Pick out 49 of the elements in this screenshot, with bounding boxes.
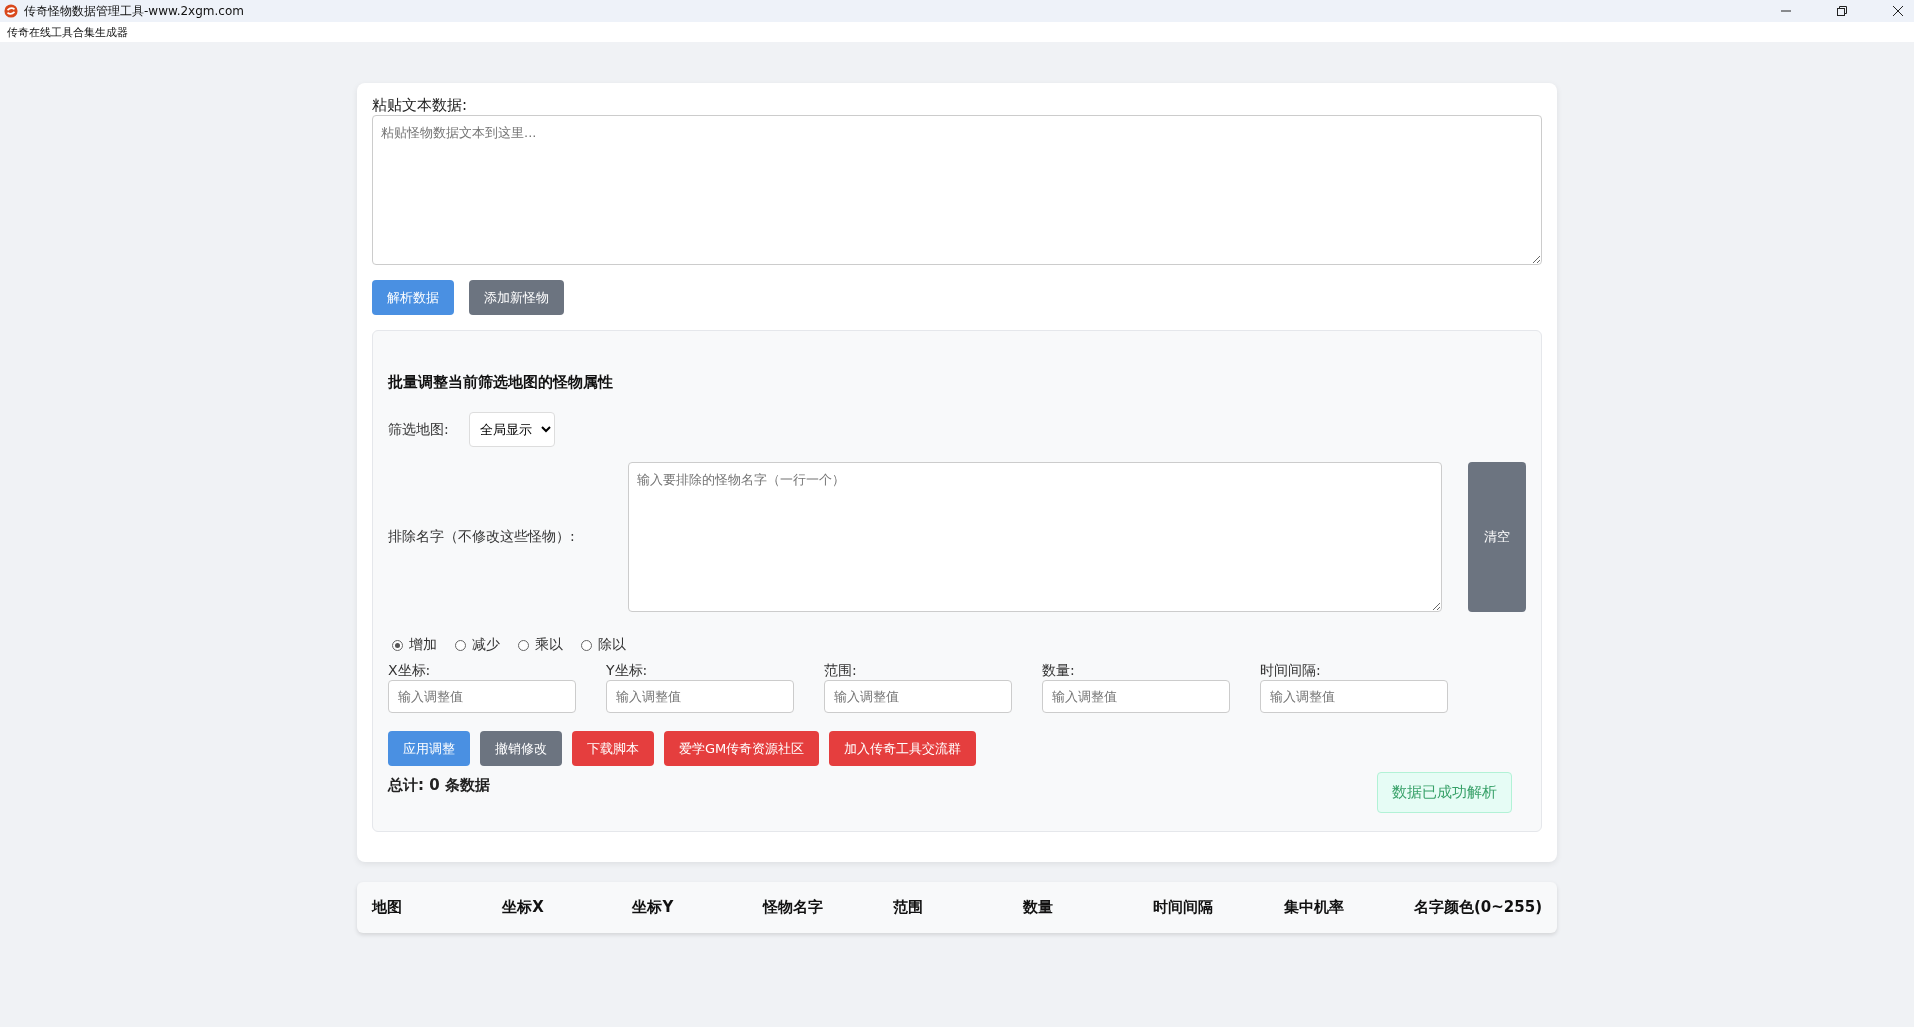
radio-label: 增加 (409, 636, 437, 654)
total-count: 总计: 0 条数据 (388, 776, 490, 795)
action-button[interactable]: 爱学GM传奇资源社区 (664, 731, 820, 766)
paste-label: 粘贴文本数据: (372, 96, 469, 115)
action-button[interactable]: 加入传奇工具交流群 (829, 731, 977, 766)
radio-label: 乘以 (535, 636, 563, 654)
radio-label: 减少 (472, 636, 500, 654)
action-button[interactable]: 解析数据 (372, 280, 454, 315)
input-field[interactable]: 输入调整值 (1260, 680, 1448, 713)
app-logo-icon (4, 4, 18, 18)
input-field[interactable]: 输入调整值 (606, 680, 794, 713)
radio-button[interactable] (455, 639, 466, 651)
radio-button[interactable] (392, 639, 403, 651)
field-label: X坐标: (388, 662, 432, 680)
exclude-textarea[interactable]: 输入要排除的怪物名字（一行一个） (628, 462, 1443, 612)
window-title: 传奇怪物数据管理工具-www.2xgm.com (24, 2, 244, 20)
radio-label: 除以 (598, 636, 626, 654)
radio-button[interactable] (581, 639, 592, 651)
field-label: 范围: (824, 662, 858, 680)
status-badge: 数据已成功解析 (1377, 772, 1512, 813)
action-button[interactable]: 下载脚本 (572, 731, 654, 766)
paste-textarea[interactable]: 粘贴怪物数据文本到这里... (372, 115, 1542, 265)
menu-item[interactable]: 传奇在线工具合集生成器 (7, 24, 128, 40)
input-field[interactable]: 输入调整值 (824, 680, 1012, 713)
column-header: 名字颜色(0~255) (1413, 898, 1542, 917)
restore-icon[interactable] (1836, 5, 1848, 17)
column-header: 数量 (1023, 898, 1055, 917)
map-select[interactable]: 全局显示 (468, 412, 555, 447)
column-header: 坐标Y (632, 898, 675, 917)
radio-button[interactable] (518, 639, 529, 651)
column-header: 集中机率 (1283, 898, 1345, 917)
column-header: 范围 (893, 898, 924, 917)
action-button[interactable]: 添加新怪物 (469, 280, 564, 315)
column-header: 地图 (372, 898, 403, 917)
column-header: 怪物名字 (762, 898, 824, 917)
column-header: 时间间隔 (1153, 898, 1215, 917)
action-button[interactable]: 应用调整 (388, 731, 470, 766)
input-field[interactable]: 输入调整值 (388, 680, 576, 713)
column-header: 坐标X (502, 898, 545, 917)
filter-label: 筛选地图: (388, 420, 449, 439)
field-label: 数量: (1042, 662, 1076, 680)
close-icon[interactable] (1892, 5, 1904, 17)
exclude-label: 排除名字（不修改这些怪物）: (388, 528, 576, 546)
input-field[interactable]: 输入调整值 (1042, 680, 1230, 713)
field-label: 时间间隔: (1260, 662, 1322, 680)
clear-button[interactable]: 清空 (1468, 462, 1526, 612)
field-label: Y坐标: (606, 662, 649, 680)
action-button[interactable]: 撤销修改 (480, 731, 562, 766)
section-title: 批量调整当前筛选地图的怪物属性 (388, 373, 614, 392)
